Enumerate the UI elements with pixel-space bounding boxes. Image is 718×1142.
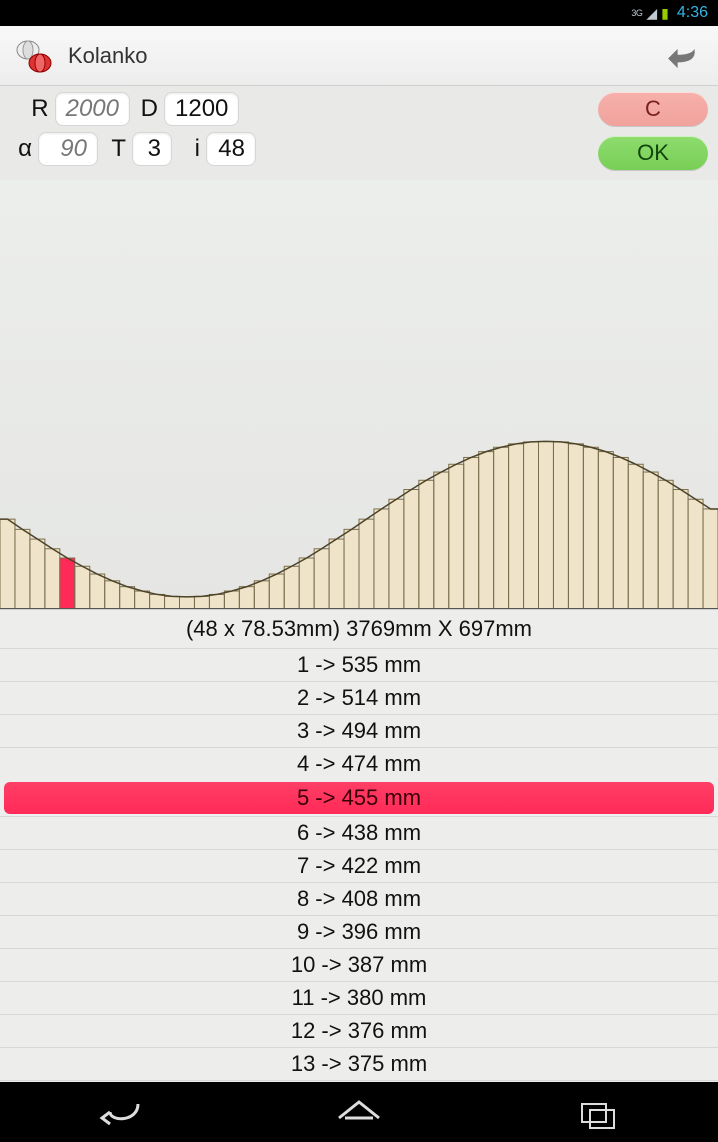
list-item[interactable]: 9 -> 396 mm: [0, 915, 718, 948]
nav-back-button[interactable]: [90, 1092, 150, 1132]
list-item[interactable]: 7 -> 422 mm: [0, 849, 718, 882]
label-i: i: [178, 135, 200, 163]
label-D: D: [136, 95, 158, 123]
list-item[interactable]: 6 -> 438 mm: [0, 816, 718, 849]
ok-button[interactable]: OK: [598, 136, 708, 170]
list-item[interactable]: 1 -> 535 mm: [0, 648, 718, 681]
battery-icon: ▮: [661, 5, 669, 22]
app-bar: Kolanko: [0, 26, 718, 86]
pattern-visualization[interactable]: [0, 180, 718, 610]
parameter-fields: R 2000 D 1200 α 90 T 3 i 48: [10, 92, 256, 170]
summary-row: (48 x 78.53mm) 3769mm X 697mm: [0, 610, 718, 648]
page-title: Kolanko: [68, 43, 664, 69]
list-item[interactable]: 10 -> 387 mm: [0, 948, 718, 981]
app-icon: [14, 36, 54, 76]
network-indicator: 3G: [631, 8, 642, 18]
nav-home-button[interactable]: [329, 1092, 389, 1132]
list-item[interactable]: 8 -> 408 mm: [0, 882, 718, 915]
nav-recent-button[interactable]: [568, 1092, 628, 1132]
clock: 4:36: [677, 4, 708, 22]
android-nav-bar: [0, 1082, 718, 1142]
label-R: R: [27, 95, 49, 123]
label-alpha: α: [10, 135, 32, 163]
input-i[interactable]: 48: [206, 132, 256, 166]
input-T[interactable]: 3: [132, 132, 172, 166]
input-D[interactable]: 1200: [164, 92, 239, 126]
clear-button[interactable]: C: [598, 92, 708, 126]
input-alpha[interactable]: 90: [38, 132, 98, 166]
parameter-panel: R 2000 D 1200 α 90 T 3 i 48 C OK: [0, 86, 718, 180]
list-item[interactable]: 13 -> 375 mm: [0, 1047, 718, 1080]
list-item[interactable]: 3 -> 494 mm: [0, 714, 718, 747]
list-item[interactable]: 11 -> 380 mm: [0, 981, 718, 1014]
signal-icon: ◢: [646, 5, 657, 22]
android-status-bar: 3G ◢ ▮ 4:36: [0, 0, 718, 26]
list-item[interactable]: 2 -> 514 mm: [0, 681, 718, 714]
measurement-list[interactable]: (48 x 78.53mm) 3769mm X 697mm 1 -> 535 m…: [0, 610, 718, 1082]
content-area: R 2000 D 1200 α 90 T 3 i 48 C OK (48 x 7…: [0, 86, 718, 1082]
list-item[interactable]: 5 -> 455 mm: [4, 782, 714, 814]
list-item[interactable]: 14 -> 376 mm: [0, 1080, 718, 1082]
list-item[interactable]: 4 -> 474 mm: [0, 747, 718, 780]
list-item[interactable]: 12 -> 376 mm: [0, 1014, 718, 1047]
label-T: T: [104, 135, 126, 163]
undo-button[interactable]: [664, 36, 704, 76]
input-R[interactable]: 2000: [55, 92, 130, 126]
